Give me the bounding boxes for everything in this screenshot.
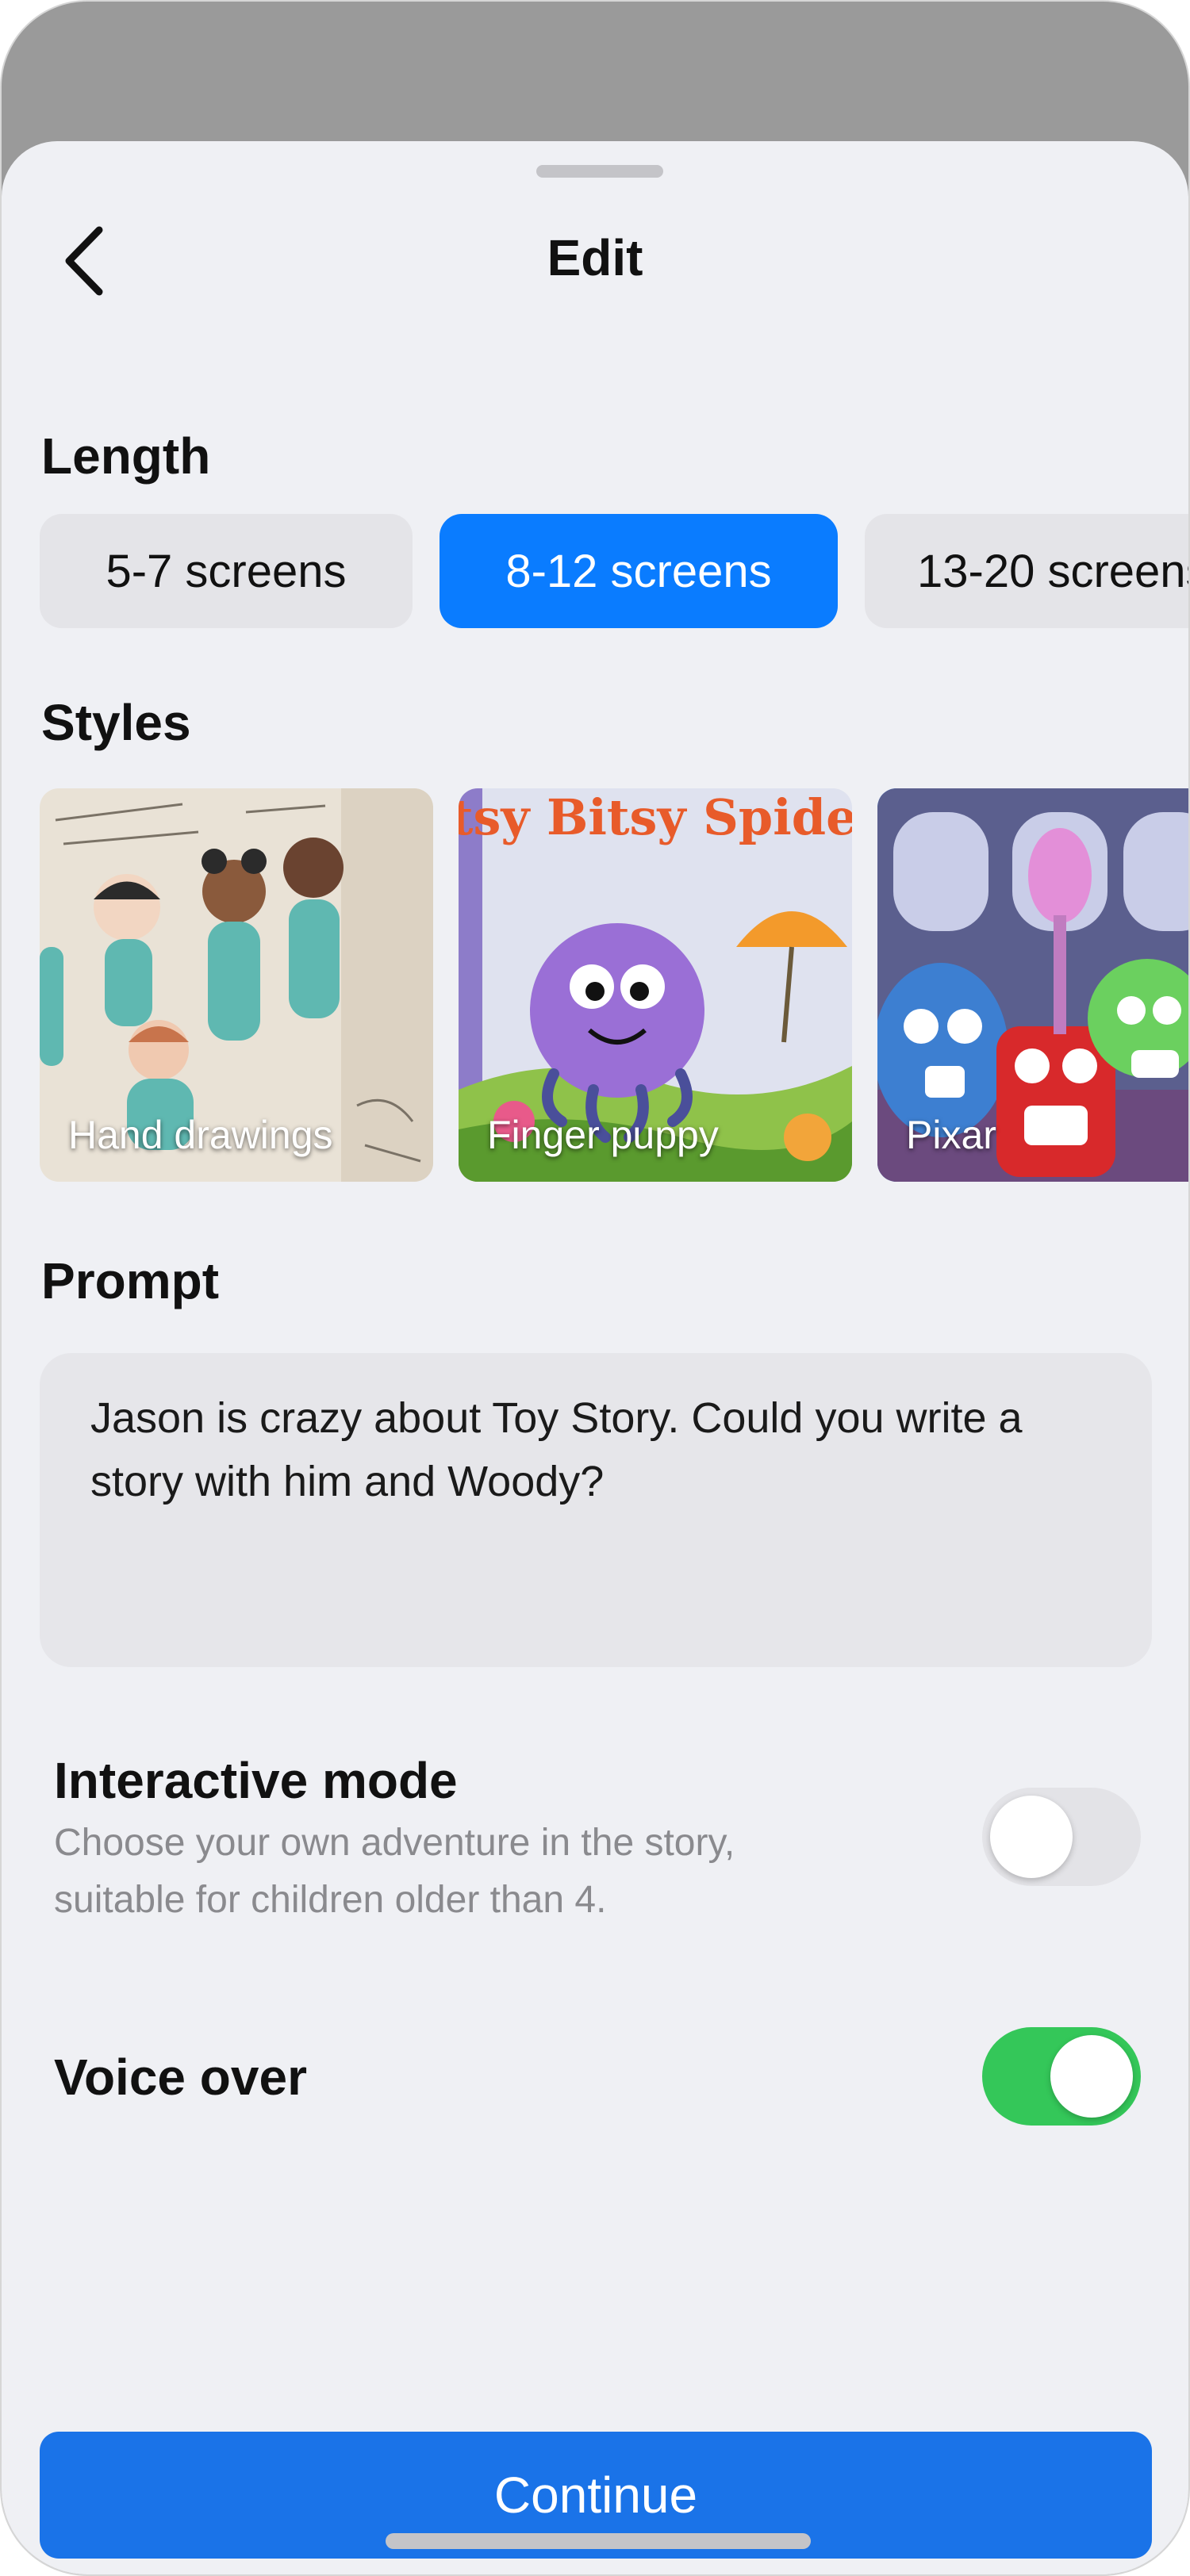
- length-label: Length: [41, 427, 211, 485]
- prompt-input[interactable]: Jason is crazy about Toy Story. Could yo…: [40, 1353, 1152, 1667]
- style-label-hand-drawings: Hand drawings: [68, 1113, 333, 1157]
- style-card-hand-drawings[interactable]: Hand drawings: [40, 788, 433, 1182]
- prompt-label: Prompt: [41, 1252, 219, 1309]
- voice-over-toggle[interactable]: [982, 2027, 1141, 2126]
- interactive-mode-toggle[interactable]: [982, 1788, 1141, 1886]
- finger-puppy-art-title: Itsy Bitsy Spider: [459, 788, 852, 846]
- interactive-mode-description: Choose your own adventure in the story, …: [54, 1822, 735, 1921]
- length-option-8-12[interactable]: 8-12 screens: [440, 514, 838, 628]
- style-label-pixar: Pixar: [906, 1113, 996, 1157]
- home-indicator: [386, 2533, 811, 2549]
- style-label-finger-puppy: Finger puppy: [487, 1113, 719, 1157]
- styles-label: Styles: [41, 694, 191, 751]
- toggle-knob: [990, 1796, 1073, 1878]
- edit-sheet: Edit Length 5-7 screens 8-12 screens 13-…: [2, 141, 1188, 2574]
- interactive-mode-title: Interactive mode: [54, 1752, 458, 1809]
- length-option-5-7[interactable]: 5-7 screens: [40, 514, 413, 628]
- sheet-grabber[interactable]: [536, 165, 663, 178]
- phone-frame: Edit Length 5-7 screens 8-12 screens 13-…: [0, 0, 1190, 2576]
- style-card-pixar[interactable]: Pixar: [877, 788, 1188, 1182]
- voice-over-title: Voice over: [54, 2049, 307, 2106]
- style-card-finger-puppy[interactable]: Itsy Bitsy Spider Finger puppy: [459, 788, 852, 1182]
- length-option-13-20[interactable]: 13-20 screens: [865, 514, 1188, 628]
- page-title: Edit: [547, 229, 643, 286]
- toggle-knob: [1050, 2035, 1133, 2118]
